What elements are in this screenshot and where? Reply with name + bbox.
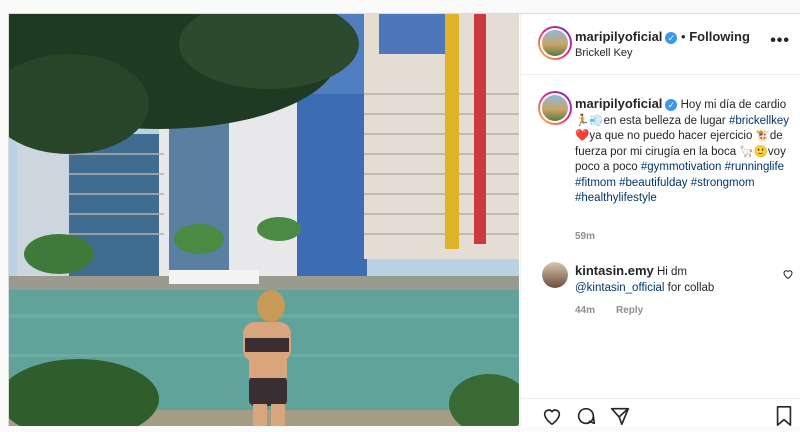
comment-icon[interactable] xyxy=(575,405,597,432)
share-icon[interactable] xyxy=(609,405,631,432)
header-author-line: maripilyoficial ✓ • Following xyxy=(575,29,750,44)
header-separator: • xyxy=(681,29,686,44)
commenter-username[interactable]: kintasin.emy xyxy=(575,263,654,278)
verified-badge-icon: ✓ xyxy=(665,31,678,44)
video-frame xyxy=(9,14,519,426)
caption-avatar[interactable] xyxy=(538,91,572,125)
small-heart-icon[interactable] xyxy=(782,267,794,285)
post-sidebar: maripilyoficial ✓ • Following Brickell Ke… xyxy=(520,14,800,426)
post-video[interactable] xyxy=(9,14,519,426)
caption: maripilyoficial ✓ Hoy mi día de cardio 🏃💨… xyxy=(575,96,793,207)
verified-badge-icon: ✓ xyxy=(665,98,678,111)
post-header: maripilyoficial ✓ • Following Brickell Ke… xyxy=(521,14,800,75)
mention-link[interactable]: @kintasin_official xyxy=(575,282,664,294)
author-username[interactable]: maripilyoficial xyxy=(575,29,662,44)
location-link[interactable]: Brickell Key xyxy=(575,47,632,59)
comment-time[interactable]: 44m xyxy=(575,305,595,316)
action-bar xyxy=(521,398,800,427)
caption-username[interactable]: maripilyoficial xyxy=(575,96,662,111)
caption-time[interactable]: 59m xyxy=(575,231,595,242)
commenter-avatar[interactable] xyxy=(542,262,568,288)
instagram-post: maripilyoficial ✓ • Following Brickell Ke… xyxy=(8,13,800,426)
heart-icon[interactable] xyxy=(541,405,563,432)
reply-button[interactable]: Reply xyxy=(616,305,643,316)
comment: kintasin.emy Hi dm @kintasin_official fo… xyxy=(575,263,775,296)
hashtag-link[interactable]: #brickellkey xyxy=(729,115,789,127)
author-avatar[interactable] xyxy=(538,26,572,60)
bookmark-icon[interactable] xyxy=(774,405,794,432)
more-icon[interactable]: ••• xyxy=(770,32,790,50)
comment-text-2: for collab xyxy=(664,281,715,294)
comment-text-1: Hi dm xyxy=(656,266,687,278)
following-button[interactable]: Following xyxy=(689,29,750,44)
